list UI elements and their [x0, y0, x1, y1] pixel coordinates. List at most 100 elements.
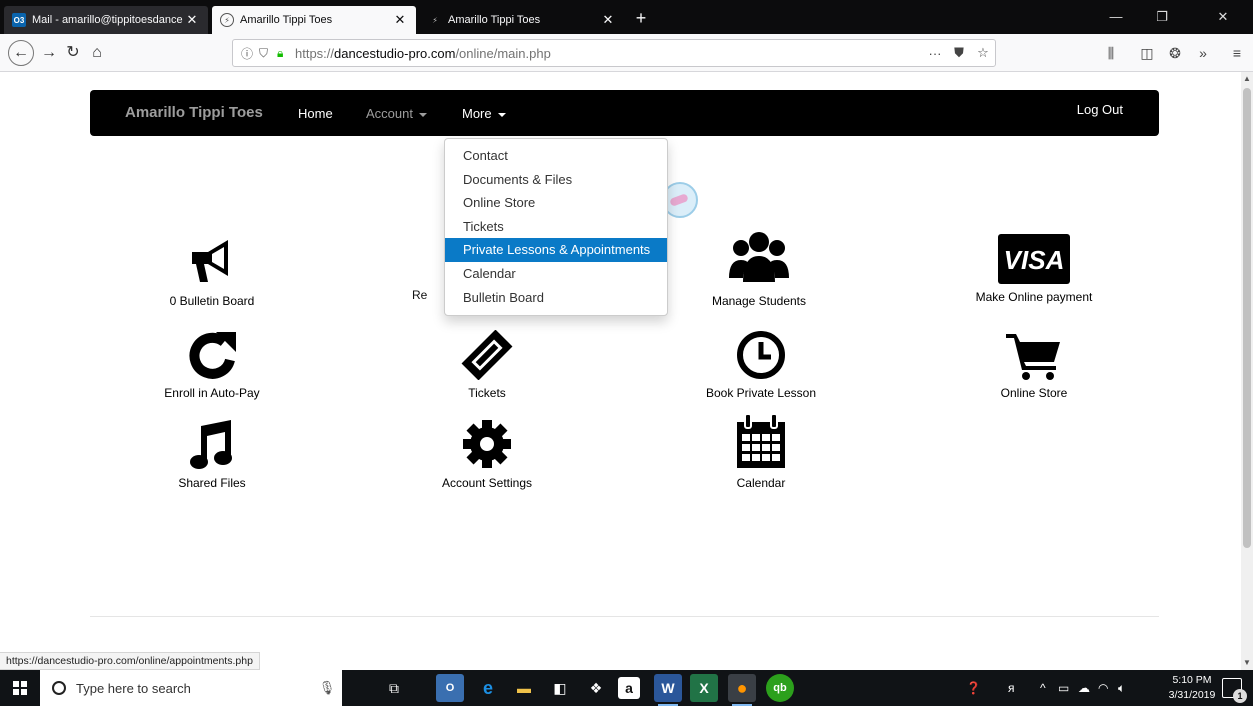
tile-bulletin-board[interactable]: 0 Bulletin Board: [112, 232, 312, 308]
amazon-icon[interactable]: a: [618, 677, 640, 699]
nav-home[interactable]: Home: [298, 106, 333, 121]
calendar-icon: [737, 414, 785, 468]
scroll-up-icon[interactable]: ▲: [1241, 72, 1253, 86]
battery-icon[interactable]: ▭: [1058, 670, 1069, 706]
tile-manage-students[interactable]: Manage Students: [659, 230, 859, 308]
menu-item-calendar[interactable]: Calendar: [445, 262, 667, 286]
start-button[interactable]: [0, 670, 40, 706]
tile-label: Calendar: [736, 476, 786, 490]
file-explorer-icon[interactable]: ▬: [510, 674, 538, 702]
more-dropdown-menu: Contact Documents & Files Online Store T…: [444, 138, 668, 316]
new-tab-button[interactable]: +: [628, 6, 654, 32]
dropbox-icon[interactable]: ❖: [582, 674, 610, 702]
scroll-down-icon[interactable]: ▼: [1241, 656, 1253, 670]
caret-down-icon: [497, 112, 506, 117]
tab-title: Amarillo Tippi Toes: [240, 14, 333, 26]
outlook-taskbar-icon[interactable]: O: [436, 674, 464, 702]
tile-enroll-auto-pay[interactable]: Enroll in Auto-Pay: [112, 330, 312, 400]
back-button[interactable]: ←: [8, 40, 34, 66]
sidebar-icon[interactable]: ◫: [1136, 42, 1158, 64]
menu-item-documents-files[interactable]: Documents & Files: [445, 168, 667, 192]
page-scrollbar[interactable]: ▲ ▼: [1241, 72, 1253, 670]
tile-account-settings[interactable]: Account Settings: [387, 418, 587, 490]
tile-label: Shared Files: [178, 476, 246, 490]
tab-close-icon[interactable]: ✕: [184, 12, 200, 28]
microphone-icon[interactable]: 🎙︎: [312, 680, 342, 696]
clock-time: 5:10 PM: [1172, 674, 1212, 686]
svg-text:VISA: VISA: [1004, 245, 1065, 275]
tile-label: Enroll in Auto-Pay: [164, 386, 260, 400]
lock-icon[interactable]: 🔒︎: [277, 46, 295, 61]
tray-chevron-icon[interactable]: ^: [1040, 670, 1046, 706]
extension-icon[interactable]: ❂: [1164, 42, 1186, 64]
tab-close-icon[interactable]: ✕: [392, 12, 408, 28]
music-note-icon: [190, 420, 232, 469]
help-tray-icon[interactable]: ❓: [966, 670, 981, 706]
clock-date: 3/31/2019: [1168, 689, 1216, 701]
scroll-thumb[interactable]: [1243, 88, 1251, 548]
forward-button[interactable]: →: [36, 40, 62, 66]
taskbar-clock[interactable]: 5:10 PM 3/31/2019: [1168, 673, 1216, 703]
tile-tickets[interactable]: Tickets: [387, 330, 587, 400]
taskbar-search[interactable]: 🎙︎: [40, 670, 342, 706]
close-window-button[interactable]: ✕: [1200, 0, 1246, 34]
tile-label: Book Private Lesson: [705, 386, 817, 400]
browser-toolbar: ← → ↻ ⌂ ⓘ ⛉ 🔒︎ https://dancestudio-pro.c…: [0, 34, 1253, 72]
caret-down-icon: [418, 112, 427, 117]
browser-tab-strip: O3 Mail - amarillo@tippitoesdance ✕ ⚡ Am…: [0, 0, 1253, 34]
tab-close-icon[interactable]: ✕: [600, 12, 616, 28]
tile-calendar[interactable]: Calendar: [661, 414, 861, 490]
tile-label-partial: Re: [412, 288, 428, 302]
tile-label: Make Online payment: [975, 290, 1093, 304]
clock-icon: [737, 331, 785, 379]
info-icon[interactable]: ⓘ: [241, 45, 259, 62]
menu-item-bulletin-board[interactable]: Bulletin Board: [445, 286, 667, 310]
site-favicon-icon: ⚡: [432, 15, 438, 25]
menu-item-online-store[interactable]: Online Store: [445, 191, 667, 215]
onedrive-icon[interactable]: ☁: [1078, 670, 1090, 706]
store-icon[interactable]: ◧: [546, 674, 574, 702]
site-brand[interactable]: Amarillo Tippi Toes: [125, 104, 263, 121]
tile-label: Manage Students: [711, 294, 807, 308]
excel-icon[interactable]: X: [690, 674, 718, 702]
home-icon[interactable]: ⌂: [84, 40, 110, 66]
nav-account-dropdown[interactable]: Account: [366, 106, 427, 121]
tile-label: Online Store: [1000, 386, 1068, 400]
firefox-icon[interactable]: ●: [728, 674, 756, 706]
overflow-icon[interactable]: »: [1192, 42, 1214, 64]
library-icon[interactable]: ⫼: [1100, 42, 1122, 64]
windows-taskbar: 🎙︎ ⧉ O e ▬ ◧ ❖ a W X ● qb ❓ ᴙ ^ ▭ ☁ ◠ 🔈︎…: [0, 670, 1253, 706]
task-view-icon[interactable]: ⧉: [380, 674, 408, 702]
wifi-icon[interactable]: ◠: [1098, 670, 1108, 706]
menu-item-private-lessons[interactable]: Private Lessons & Appointments: [445, 238, 667, 262]
action-center-icon[interactable]: 1: [1222, 678, 1247, 703]
edge-icon[interactable]: e: [474, 674, 502, 702]
url-text[interactable]: https://dancestudio-pro.com/online/main.…: [295, 46, 923, 61]
pocket-icon[interactable]: ⛊: [947, 45, 971, 61]
tile-book-private-lesson[interactable]: Book Private Lesson: [661, 330, 861, 400]
restore-button[interactable]: ❐: [1139, 0, 1185, 34]
nav-more-dropdown[interactable]: More: [462, 106, 506, 121]
tab-amarillo[interactable]: ⚡ Amarillo Tippi Toes ✕: [420, 6, 624, 34]
tracking-shield-icon[interactable]: ⛉: [259, 46, 277, 61]
tile-online-store[interactable]: Online Store: [934, 330, 1134, 400]
word-icon[interactable]: W: [654, 674, 682, 706]
tile-label: 0 Bulletin Board: [169, 294, 255, 308]
logout-link[interactable]: Log Out: [1077, 102, 1123, 117]
url-bar[interactable]: ⓘ ⛉ 🔒︎ https://dancestudio-pro.com/onlin…: [232, 39, 996, 67]
volume-icon[interactable]: 🔈︎: [1118, 670, 1125, 706]
tab-amarillo-active[interactable]: ⚡ Amarillo Tippi Toes ✕: [212, 6, 416, 34]
menu-item-contact[interactable]: Contact: [445, 144, 667, 168]
quickbooks-icon[interactable]: qb: [766, 674, 794, 702]
reload-button[interactable]: ↻: [60, 40, 86, 66]
tab-mail[interactable]: O3 Mail - amarillo@tippitoesdance ✕: [4, 6, 208, 34]
taskbar-search-input[interactable]: [76, 680, 312, 696]
minimize-button[interactable]: —: [1093, 0, 1139, 34]
people-icon[interactable]: ᴙ: [1008, 670, 1015, 706]
bookmark-star-icon[interactable]: ☆: [971, 45, 995, 61]
tile-shared-files[interactable]: Shared Files: [112, 418, 312, 490]
page-actions-icon[interactable]: ···: [923, 46, 947, 61]
menu-icon[interactable]: ≡: [1226, 42, 1248, 64]
menu-item-tickets[interactable]: Tickets: [445, 215, 667, 239]
tile-make-online-payment[interactable]: VISA Make Online payment: [934, 234, 1134, 304]
